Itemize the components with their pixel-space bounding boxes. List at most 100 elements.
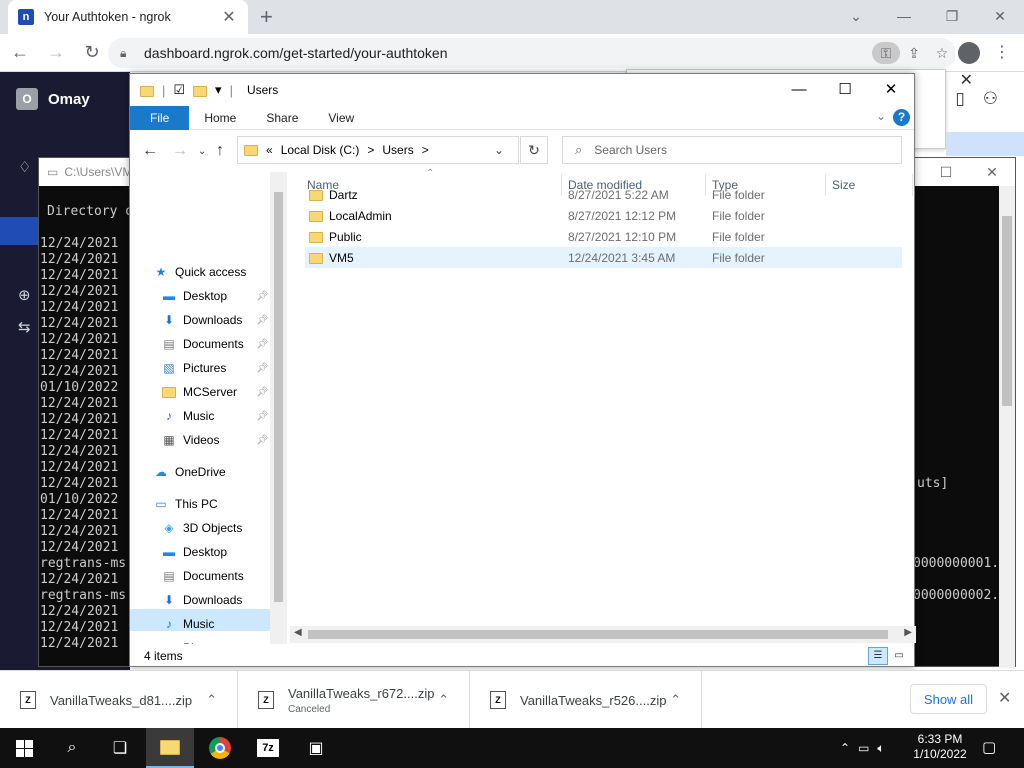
new-folder-icon[interactable] — [193, 83, 208, 98]
tab-file[interactable]: File — [130, 105, 190, 130]
scroll-right-icon[interactable]: ▶ — [904, 627, 912, 638]
tab-share[interactable]: Share — [251, 106, 313, 130]
tab-search-icon[interactable]: ⌄ — [832, 0, 880, 32]
breadcrumb-users[interactable]: Users — [382, 143, 413, 157]
clock[interactable]: 6:33 PM 1/10/2022 — [908, 732, 972, 762]
explorer-address-bar[interactable]: « Local Disk (C:) > Users > ⌄ — [237, 136, 519, 164]
shelf-close-icon[interactable]: ✕ — [998, 688, 1011, 708]
file-row[interactable]: LocalAdmin 8/27/2021 12:12 PM File folder — [305, 205, 902, 226]
cmd-scrollbar[interactable] — [999, 186, 1015, 668]
column-divider[interactable] — [912, 174, 913, 196]
explorer-close-icon[interactable]: ✕ — [868, 74, 914, 104]
expand-ribbon-icon[interactable]: ⌄ — [876, 109, 886, 123]
nav-qa-item[interactable]: ▬ Desktop 📌︎ — [160, 285, 269, 307]
share-icon[interactable]: ⇪ — [900, 45, 928, 62]
nav-qa-item[interactable]: ⬇ Downloads 📌︎ — [160, 309, 269, 331]
customize-qa-icon[interactable]: ▾ — [215, 82, 222, 98]
explorer-titlebar[interactable]: | ☑ ▾ | Users — ☐ ✕ — [130, 74, 914, 106]
explorer-back-icon[interactable]: ← — [142, 142, 158, 160]
breadcrumb-separator[interactable]: > — [422, 143, 429, 157]
url-text[interactable]: dashboard.ngrok.com/get-started/your-aut… — [144, 45, 872, 61]
search-taskbar-icon[interactable]: ⌕ — [48, 728, 96, 768]
rocket-icon[interactable]: ♢ — [18, 158, 31, 176]
task-view-icon[interactable]: ❏ — [96, 728, 144, 768]
horizontal-scrollbar[interactable]: ◀ ▶ — [290, 626, 916, 643]
new-tab-icon[interactable]: + — [260, 4, 273, 30]
user-icon[interactable]: ⚇ — [983, 89, 998, 109]
download-options-icon[interactable]: ⌃ — [206, 692, 217, 708]
recent-locations-icon[interactable]: ⌄ — [198, 146, 206, 157]
download-options-icon[interactable]: ⌃ — [670, 692, 681, 708]
nav-qa-item[interactable]: ▤ Documents 📌︎ — [160, 333, 268, 355]
restore-icon[interactable]: ❐ — [928, 0, 976, 32]
help-icon[interactable]: ? — [893, 109, 910, 126]
properties-icon[interactable]: ☑ — [173, 82, 185, 98]
reload-icon[interactable]: ↻ — [76, 37, 108, 69]
address-bar[interactable]: 🔒︎ dashboard.ngrok.com/get-started/your-… — [108, 38, 956, 68]
profile-avatar-icon[interactable] — [958, 42, 980, 64]
nav-pc-item[interactable]: ♪ Music — [160, 613, 214, 635]
browser-tab[interactable]: n Your Authtoken - ngrok ✕ — [8, 0, 248, 34]
nav-pc-item[interactable]: ▬ Desktop — [160, 541, 227, 563]
cmd-scroll-thumb[interactable] — [1002, 216, 1012, 406]
scroll-left-icon[interactable]: ◀ — [294, 627, 302, 638]
globe-icon[interactable]: ⊕ — [18, 286, 31, 304]
explorer-minimize-icon[interactable]: — — [776, 74, 822, 104]
nav-pc-item[interactable]: ▧Pictures — [160, 637, 226, 644]
large-icons-view-icon[interactable]: ▭ — [890, 647, 908, 665]
app-taskbar-icon[interactable]: ▣ — [292, 728, 340, 768]
nav-scrollbar[interactable] — [270, 172, 287, 644]
refresh-icon[interactable]: ↻ — [520, 136, 548, 164]
nav-qa-item[interactable]: MCServer 📌︎ — [160, 381, 269, 403]
nav-qa-item[interactable]: ▦ Videos 📌︎ — [160, 429, 268, 451]
bookmark-star-icon[interactable]: ☆ — [928, 45, 956, 62]
arrows-icon[interactable]: ⇆ — [18, 318, 31, 336]
explorer-maximize-icon[interactable]: ☐ — [822, 74, 868, 104]
show-hidden-icons-icon[interactable]: ⌃ — [840, 741, 850, 755]
cmd-maximize-icon[interactable]: ☐ — [923, 158, 969, 186]
horizontal-scroll-thumb[interactable] — [308, 630, 888, 639]
breadcrumb-local-disk[interactable]: Local Disk (C:) — [281, 143, 360, 157]
details-view-icon[interactable]: ☰ — [868, 647, 888, 665]
nav-qa-item[interactable]: ♪ Music 📌︎ — [160, 405, 269, 427]
back-arrow-icon[interactable]: ← — [4, 37, 36, 69]
nav-quick-access[interactable]: ★ Quick access — [152, 261, 247, 283]
download-options-icon[interactable]: ⌃ — [438, 692, 449, 708]
download-item[interactable]: Z VanillaTweaks_d81....zip ⌃ — [0, 671, 238, 729]
tab-home[interactable]: Home — [189, 106, 251, 130]
sidebar-active-item[interactable] — [0, 217, 40, 245]
nav-pc-item[interactable]: ◈ 3D Objects — [160, 517, 242, 539]
tab-view[interactable]: View — [313, 106, 369, 130]
kebab-menu-icon[interactable]: ⋮ — [994, 42, 1010, 62]
download-item[interactable]: Z VanillaTweaks_r672....zip Canceled ⌃ — [238, 671, 470, 729]
start-button[interactable] — [0, 728, 48, 768]
nav-onedrive[interactable]: ☁ OneDrive — [152, 461, 226, 483]
org-switcher[interactable]: O Omay — [16, 88, 90, 110]
address-overflow[interactable]: « — [266, 143, 273, 157]
chrome-taskbar-icon[interactable] — [196, 728, 244, 768]
nav-pc-item[interactable]: ▤ Documents — [160, 565, 243, 587]
file-row[interactable]: Dartz 8/27/2021 5:22 AM File folder — [305, 184, 902, 205]
breadcrumb-separator[interactable]: > — [367, 143, 374, 157]
tab-close-icon[interactable]: ✕ — [220, 7, 238, 27]
lock-icon[interactable]: 🔒︎ — [120, 46, 134, 61]
file-explorer-taskbar-icon[interactable] — [146, 728, 194, 768]
file-row[interactable]: Public 8/27/2021 12:10 PM File folder — [305, 226, 902, 247]
nav-qa-item[interactable]: ▧ Pictures 📌︎ — [160, 357, 268, 379]
nav-scroll-thumb[interactable] — [274, 192, 283, 602]
close-icon[interactable]: ✕ — [976, 0, 1024, 32]
up-arrow-icon[interactable]: ↑ — [216, 142, 224, 160]
file-row[interactable]: VM5 12/24/2021 3:45 AM File folder — [305, 247, 902, 268]
explorer-forward-icon[interactable]: → — [172, 142, 188, 160]
download-item[interactable]: Z VanillaTweaks_r526....zip ⌃ — [470, 671, 702, 729]
key-icon[interactable]: ⚿ — [872, 42, 900, 64]
address-dropdown-icon[interactable]: ⌄ — [494, 143, 504, 157]
volume-muted-icon[interactable]: 🔈︎ — [877, 741, 884, 756]
cmd-close-icon[interactable]: ✕ — [969, 158, 1015, 186]
minimize-icon[interactable]: — — [880, 0, 928, 32]
notification-icon[interactable]: ▢ — [982, 738, 996, 756]
search-input[interactable]: ⌕ Search Users — [562, 136, 902, 164]
network-icon[interactable]: ▭ — [858, 741, 869, 755]
forward-arrow-icon[interactable]: → — [40, 37, 72, 69]
nav-this-pc[interactable]: ▭ This PC — [152, 493, 217, 515]
